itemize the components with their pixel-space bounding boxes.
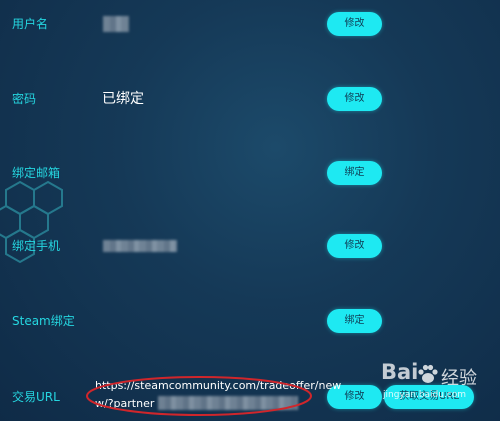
email-label: 绑定邮箱 xyxy=(12,166,61,180)
trade-url-line1: https://steamcommunity.com/tradeoffer/ne… xyxy=(95,379,342,392)
get-trade-url-button[interactable]: 获取交易URL xyxy=(384,385,474,409)
steam-label: Steam绑定 xyxy=(12,314,75,328)
password-label: 密码 xyxy=(12,92,37,106)
bind-email-button[interactable]: 绑定 xyxy=(327,161,382,185)
edit-password-button[interactable]: 修改 xyxy=(327,87,382,111)
email-row: 绑定邮箱 绑定 xyxy=(0,158,500,188)
bind-steam-button[interactable]: 绑定 xyxy=(327,309,382,333)
username-row: 用户名 修改 xyxy=(0,9,500,39)
password-status: 已绑定 xyxy=(102,91,144,107)
edit-username-button[interactable]: 修改 xyxy=(327,12,382,36)
username-value-redacted xyxy=(103,16,129,32)
phone-row: 绑定手机 修改 xyxy=(0,231,500,261)
trade-url-label: 交易URL xyxy=(12,390,60,404)
steam-row: Steam绑定 绑定 xyxy=(0,306,500,336)
phone-value-redacted xyxy=(103,240,177,252)
phone-label: 绑定手机 xyxy=(12,239,61,253)
password-row: 密码 已绑定 修改 xyxy=(0,84,500,114)
edit-phone-button[interactable]: 修改 xyxy=(327,234,382,258)
trade-url-line2: w/?partner xyxy=(95,397,155,410)
username-label: 用户名 xyxy=(12,17,49,31)
watermark-brand: Bai xyxy=(381,360,419,384)
trade-url-redacted xyxy=(158,396,298,410)
